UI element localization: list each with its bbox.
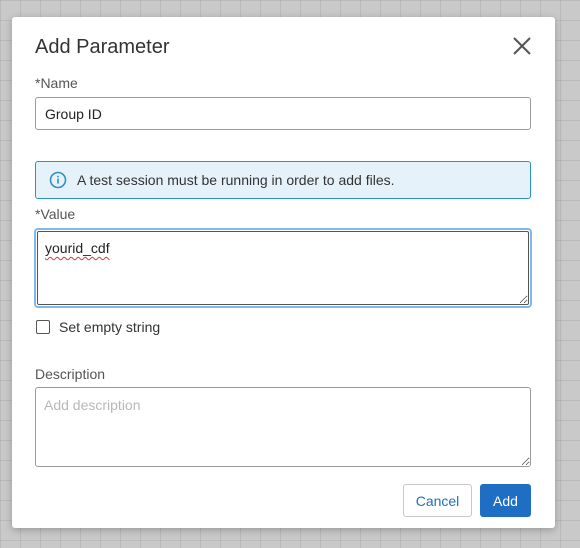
add-button[interactable]: Add [480,484,531,517]
value-input[interactable]: yourid_cdf [37,231,529,305]
info-icon [49,171,67,189]
info-banner-text: A test session must be running in order … [77,172,395,188]
info-banner: A test session must be running in order … [35,161,531,199]
cancel-button[interactable]: Cancel [403,484,472,517]
set-empty-string-label: Set empty string [59,319,161,335]
name-input[interactable] [35,97,531,130]
description-label: Description [35,366,106,382]
set-empty-string-checkbox[interactable] [36,320,50,334]
value-label: *Value [35,206,76,222]
value-field-focus-ring: yourid_cdf [34,228,532,308]
dialog-title: Add Parameter [35,36,170,58]
name-label: *Name [35,75,78,91]
close-icon [513,37,531,55]
description-input[interactable] [35,387,531,467]
add-parameter-dialog: Add Parameter *Name A test session must … [12,17,555,528]
close-button[interactable] [511,35,533,57]
set-empty-string-checkbox-row[interactable]: Set empty string [36,319,160,335]
